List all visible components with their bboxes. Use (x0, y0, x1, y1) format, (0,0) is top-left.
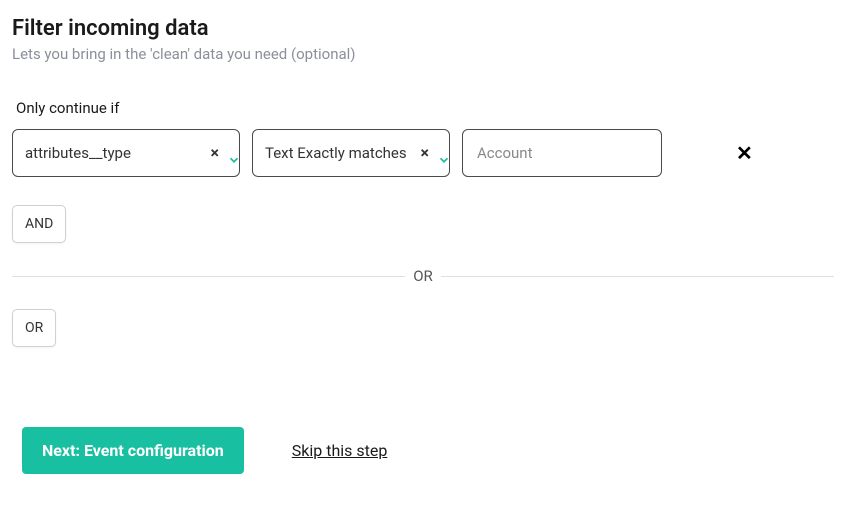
filter-condition-label: Only continue if (16, 99, 834, 117)
and-button[interactable]: AND (12, 205, 66, 243)
page-title: Filter incoming data (12, 16, 834, 41)
footer-actions: Next: Event configuration Skip this step (22, 427, 834, 474)
filter-row: attributes__type × Text Exactly matches … (12, 129, 834, 177)
page-subtitle: Lets you bring in the 'clean' data you n… (12, 45, 834, 63)
divider-line (441, 276, 834, 277)
next-button[interactable]: Next: Event configuration (22, 427, 244, 474)
divider-line (12, 276, 405, 277)
clear-field-icon[interactable]: × (211, 145, 220, 161)
skip-link[interactable]: Skip this step (292, 441, 388, 460)
value-input[interactable] (462, 129, 662, 177)
field-select[interactable]: attributes__type × (12, 129, 240, 177)
operator-select-value: Text Exactly matches (265, 144, 417, 162)
or-button[interactable]: OR (12, 309, 56, 347)
clear-operator-icon[interactable]: × (421, 145, 430, 161)
remove-row-icon[interactable]: ✕ (736, 143, 753, 163)
or-divider: OR (12, 267, 834, 285)
field-select-value: attributes__type (25, 144, 207, 162)
operator-select[interactable]: Text Exactly matches × (252, 129, 450, 177)
or-divider-label: OR (405, 267, 441, 285)
